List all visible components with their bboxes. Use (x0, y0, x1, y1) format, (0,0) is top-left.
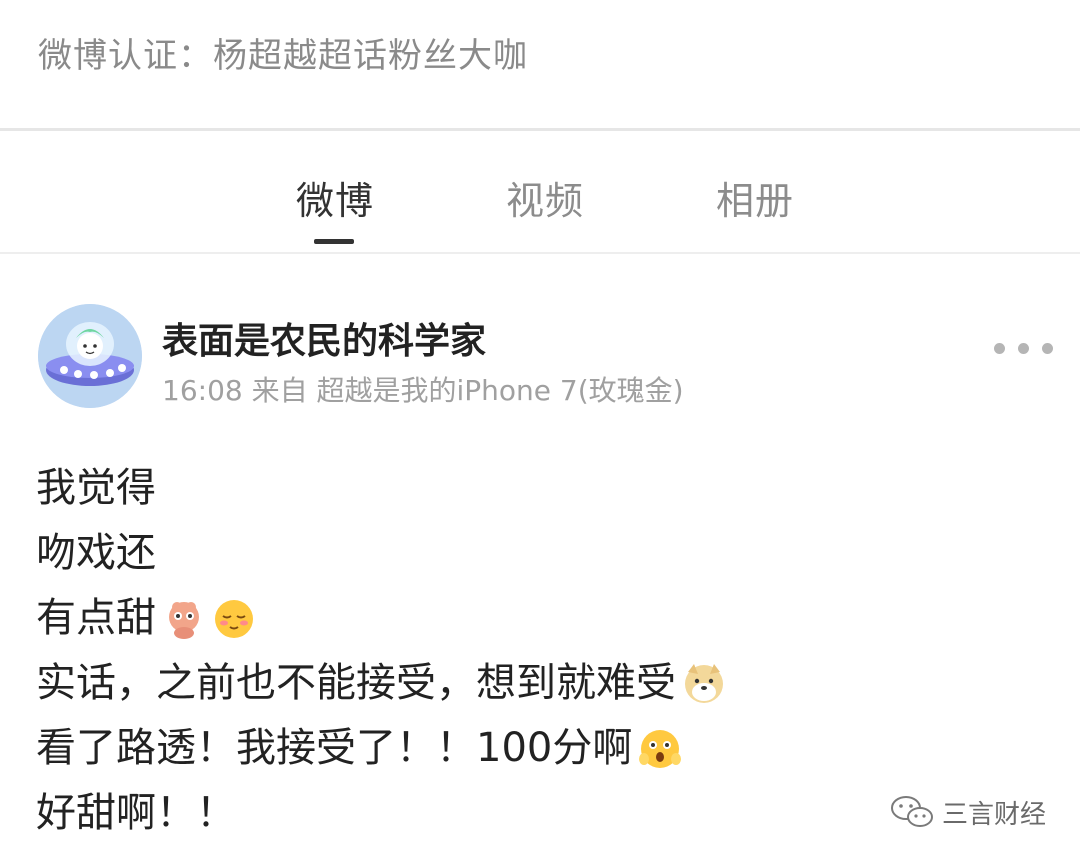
dot-icon (1018, 343, 1029, 354)
section-divider (0, 128, 1080, 131)
post-line: 实话，之前也不能接受，想到就难受 (36, 651, 1036, 716)
more-options-button[interactable] (988, 334, 1058, 364)
shy-emoji-icon (169, 601, 199, 639)
avatar[interactable] (38, 304, 142, 408)
post-body: 我觉得 吻戏还 有点甜 实话，之前也不能接受，想到就难受 看了路透！我接受了！！… (36, 456, 1036, 846)
post-line-text: 好甜啊！！ (36, 790, 236, 836)
post-line: 吻戏还 (36, 521, 1036, 586)
doge-emoji-icon (685, 663, 723, 703)
tab-video[interactable]: 视频 (506, 170, 584, 225)
weibo-post: 表面是农民的科学家 16:08 来自 超越是我的iPhone 7(玫瑰金) 我觉… (0, 254, 1080, 861)
dot-icon (994, 343, 1005, 354)
surprised-emoji-icon (639, 729, 682, 768)
post-line: 好甜啊！！ (36, 781, 1036, 846)
profile-tabs: 微博 视频 相册 (0, 132, 1080, 252)
tab-album[interactable]: 相册 (716, 170, 794, 225)
watermark-text: 三言财经 (942, 799, 1047, 830)
post-line-text: 我觉得 (36, 465, 156, 511)
active-tab-indicator (314, 239, 354, 244)
post-line: 有点甜 (36, 586, 1036, 651)
blush-emoji-icon (215, 599, 253, 638)
wechat-icon (891, 796, 933, 827)
verification-text: 微博认证：杨超越超话粉丝大咖 (38, 36, 528, 76)
post-username[interactable]: 表面是农民的科学家 (162, 312, 486, 364)
post-meta: 16:08 来自 超越是我的iPhone 7(玫瑰金) (162, 374, 684, 407)
tab-weibo[interactable]: 微博 (296, 170, 374, 225)
dot-icon (1042, 343, 1053, 354)
watermark: 三言财经 (890, 792, 1046, 832)
post-line-text: 看了路透！我接受了！！100分啊 (36, 725, 633, 771)
post-line: 看了路透！我接受了！！100分啊 (36, 716, 1036, 781)
post-line-text: 吻戏还 (36, 530, 156, 576)
post-line: 我觉得 (36, 456, 1036, 521)
avatar-ufo-icon (38, 304, 142, 408)
post-line-text: 有点甜 (36, 595, 156, 641)
post-line-text: 实话，之前也不能接受，想到就难受 (36, 660, 676, 706)
